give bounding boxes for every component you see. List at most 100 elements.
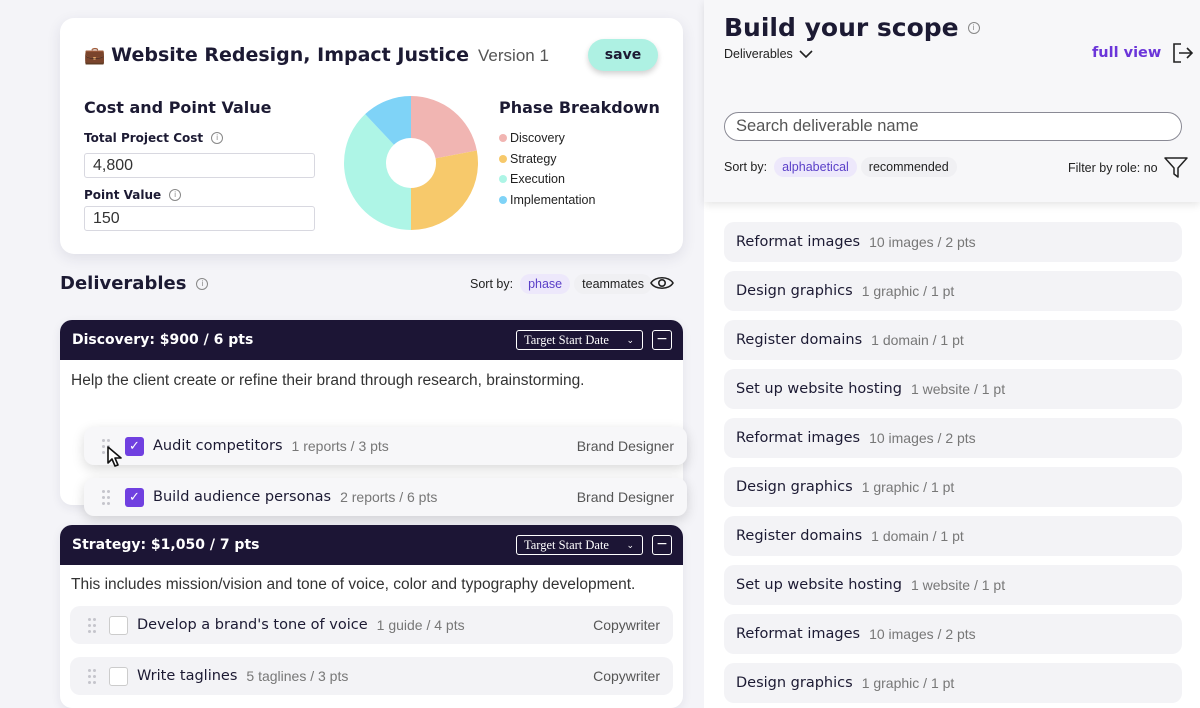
task-role: Brand Designer	[576, 438, 674, 454]
deliverable-meta: 1 graphic / 1 pt	[861, 479, 955, 495]
full-view-label: full view	[1092, 45, 1162, 61]
deliverable-meta: 1 graphic / 1 pt	[861, 283, 955, 299]
task-row[interactable]: ✓ Build audience personas 2 reports / 6 …	[84, 478, 687, 516]
deliverables-sort: Sort by: phase teammates	[470, 274, 652, 294]
drag-handle-icon[interactable]	[88, 668, 96, 684]
phase-pie-chart	[344, 96, 478, 230]
target-start-date-select[interactable]: Target Start Date ⌄	[516, 330, 643, 350]
deliverable-item[interactable]: Set up website hosting 1 website / 1 pt	[724, 369, 1182, 409]
collapse-button[interactable]: −	[652, 535, 672, 555]
scope-header: Build your scope i Deliverables full vie…	[704, 0, 1200, 202]
legend-dot	[499, 175, 507, 184]
deliverable-item[interactable]: Register domains 1 domain / 1 pt	[724, 320, 1182, 360]
phase-card-strategy: Strategy: $1,050 / 7 pts Target Start Da…	[60, 525, 683, 708]
search-input[interactable]: Search deliverable name	[724, 112, 1182, 141]
task-row[interactable]: Write taglines 5 taglines / 3 pts Copywr…	[70, 657, 673, 695]
drag-handle-icon[interactable]	[88, 617, 96, 633]
full-view-link[interactable]: full view	[1092, 43, 1194, 63]
scope-subtitle-dropdown[interactable]: Deliverables	[724, 47, 813, 61]
task-checkbox[interactable]	[109, 666, 128, 686]
deliverable-item[interactable]: Reformat images 10 images / 2 pts	[724, 222, 1182, 262]
project-panel: 💼 Website Redesign, Impact Justice Versi…	[0, 0, 704, 708]
phase-title: Strategy: $1,050 / 7 pts	[72, 537, 260, 553]
legend-item-implementation: Implementation	[499, 190, 595, 211]
deliverable-item[interactable]: Design graphics 1 graphic / 1 pt	[724, 663, 1182, 703]
briefcase-icon: 💼	[84, 46, 106, 66]
deliverable-name: Reformat images	[736, 430, 861, 446]
sort-teammates-chip[interactable]: teammates	[574, 274, 652, 294]
filter-by-role[interactable]: Filter by role: no	[1068, 157, 1188, 179]
point-value-field[interactable]: 150	[84, 206, 315, 231]
total-cost-label: Total Project Cost i	[84, 131, 224, 145]
task-meta: 5 taglines / 3 pts	[246, 668, 349, 684]
legend-dot	[499, 154, 507, 163]
deliverable-name: Design graphics	[736, 675, 853, 691]
sort-label: Sort by:	[470, 277, 514, 291]
task-row[interactable]: ✓ Audit competitors 1 reports / 3 pts Br…	[84, 427, 687, 465]
info-icon[interactable]: i	[967, 21, 980, 34]
pie-slice-strategy	[411, 150, 478, 230]
save-button[interactable]: save	[588, 39, 658, 71]
task-role: Copywriter	[593, 617, 660, 633]
total-cost-label-text: Total Project Cost	[84, 131, 204, 145]
task-role: Copywriter	[593, 668, 660, 684]
deliverable-name: Reformat images	[736, 626, 861, 642]
task-checkbox[interactable]	[109, 615, 128, 635]
deliverable-meta: 10 images / 2 pts	[869, 430, 976, 446]
chevron-down-icon: ⌄	[626, 335, 634, 345]
deliverable-item[interactable]: Register domains 1 domain / 1 pt	[724, 516, 1182, 556]
deliverable-meta: 1 website / 1 pt	[910, 381, 1006, 397]
deliverable-name: Design graphics	[736, 479, 853, 495]
deliverable-item[interactable]: Reformat images 10 images / 2 pts	[724, 614, 1182, 654]
task-name: Build audience personas	[153, 489, 332, 505]
legend-label: Execution	[510, 172, 565, 187]
deliverable-name: Reformat images	[736, 234, 861, 250]
scope-panel: Build your scope i Deliverables full vie…	[704, 0, 1200, 708]
scope-sort: Sort by: alphabetical recommended	[724, 157, 957, 177]
deliverable-name: Design graphics	[736, 283, 853, 299]
task-checkbox[interactable]: ✓	[125, 487, 144, 507]
point-value-label: Point Value i	[84, 188, 182, 202]
total-cost-field[interactable]: 4,800	[84, 153, 315, 178]
info-icon[interactable]: i	[211, 132, 224, 144]
deliverables-heading: Deliverables i	[60, 273, 209, 294]
target-start-date-select[interactable]: Target Start Date ⌄	[516, 535, 643, 555]
task-meta: 1 guide / 4 pts	[376, 617, 465, 633]
deliverable-name: Set up website hosting	[736, 381, 902, 397]
info-icon[interactable]: i	[169, 189, 182, 201]
task-row[interactable]: Develop a brand's tone of voice 1 guide …	[70, 606, 673, 644]
deliverable-item[interactable]: Set up website hosting 1 website / 1 pt	[724, 565, 1182, 605]
exit-icon	[1173, 43, 1194, 63]
sort-phase-chip[interactable]: phase	[520, 274, 571, 294]
deliverable-item[interactable]: Design graphics 1 graphic / 1 pt	[724, 271, 1182, 311]
task-meta: 1 reports / 3 pts	[291, 438, 389, 454]
point-value-label-text: Point Value	[84, 188, 162, 202]
deliverable-item[interactable]: Design graphics 1 graphic / 1 pt	[724, 467, 1182, 507]
sort-recommended-chip[interactable]: recommended	[860, 157, 957, 177]
cost-heading: Cost and Point Value	[84, 98, 272, 117]
drag-handle-icon[interactable]	[102, 489, 110, 505]
scope-title: Build your scope i	[724, 13, 980, 42]
phase-description: Help the client create or refine their b…	[71, 372, 585, 389]
legend-dot	[499, 134, 507, 143]
legend-label: Implementation	[510, 192, 596, 207]
chevron-down-icon: ⌄	[626, 540, 634, 550]
deliverable-item[interactable]: Reformat images 10 images / 2 pts	[724, 418, 1182, 458]
deliverables-heading-text: Deliverables	[60, 273, 187, 294]
filter-label: Filter by role: no	[1068, 161, 1158, 175]
pie-slice-discovery	[411, 96, 477, 159]
project-summary-card: 💼 Website Redesign, Impact Justice Versi…	[60, 18, 683, 254]
project-title-row: 💼 Website Redesign, Impact Justice Versi…	[84, 44, 549, 66]
sort-alphabetical-chip[interactable]: alphabetical	[774, 157, 857, 177]
deliverable-meta: 1 website / 1 pt	[910, 577, 1006, 593]
eye-icon[interactable]	[650, 274, 674, 292]
legend-item-execution: Execution	[499, 169, 595, 190]
task-name: Audit competitors	[153, 438, 283, 454]
collapse-button[interactable]: −	[652, 330, 672, 350]
task-meta: 2 reports / 6 pts	[340, 489, 438, 505]
info-icon[interactable]: i	[196, 277, 209, 290]
deliverable-name: Register domains	[736, 528, 863, 544]
phase-description: This includes mission/vision and tone of…	[71, 576, 636, 593]
target-start-date-label: Target Start Date	[524, 538, 609, 552]
sort-label: Sort by:	[724, 160, 768, 174]
